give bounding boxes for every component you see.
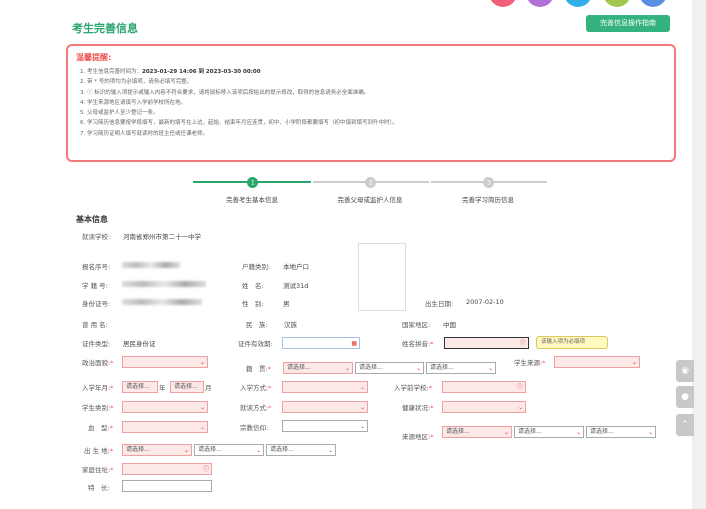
notice-item: 5. 父母或监护人至少登记一条。	[80, 110, 159, 117]
enroll-way-label: 入学方式:*	[240, 384, 272, 392]
notice-item: 7. 学习简历证明人填写就读时的班主任或任课老师。	[80, 130, 208, 137]
student-no-value	[122, 281, 206, 287]
source-area-label: 来源地区:*	[402, 433, 434, 441]
notice-box: 温馨提醒: 1. 考生信息完善时间为：2023-01-29 14:06 到 20…	[66, 44, 676, 162]
pinyin-input[interactable]: ⓘ	[444, 337, 529, 349]
specialty-label: 特 长:	[88, 484, 110, 492]
pinyin-label: 姓名拼音:*	[402, 340, 434, 348]
notice-item: 2. 带 * 号的项均为必填项，请务必填写完整。	[80, 79, 193, 86]
native-city-select[interactable]: 请选择... ⌄	[355, 362, 424, 374]
political-select[interactable]: ⌄	[122, 356, 208, 368]
name-value: 测试31d	[283, 282, 309, 290]
nation-value: 汉族	[284, 321, 297, 329]
guide-button[interactable]: 完善信息操作指南	[586, 15, 670, 32]
birthplace-label: 出 生 地:*	[84, 447, 114, 455]
month-unit: 月	[205, 384, 212, 392]
country-value: 中国	[443, 321, 456, 329]
address-label: 家庭住址:*	[82, 466, 114, 474]
reg-no-value	[122, 262, 180, 268]
student-no-label: 学 籍 号:	[82, 282, 108, 290]
specialty-input[interactable]	[122, 480, 212, 492]
political-label: 政治面貌:*	[82, 359, 114, 367]
nav-circle-5[interactable]	[639, 0, 667, 7]
used-name-label: 曾 用 名:	[82, 321, 108, 329]
year-unit: 年	[159, 384, 166, 392]
enroll-label: 入学年月:*	[82, 384, 114, 392]
photo-box[interactable]	[358, 243, 406, 311]
error-icon: ⓘ	[519, 340, 526, 347]
qq-icon[interactable]: ●	[676, 386, 694, 408]
birthplace-province-select[interactable]: 请选择... ⌄	[122, 444, 192, 456]
native-label: 籍 贯:*	[246, 365, 271, 373]
section-title: 基本信息	[76, 215, 108, 224]
name-label: 姓 名:	[242, 282, 264, 290]
enroll-year-select[interactable]: 请选择...	[122, 381, 158, 393]
birth-value: 2007-02-10	[466, 298, 504, 306]
back-to-top-icon[interactable]: ⌃	[676, 414, 694, 436]
page-title: 考生完善信息	[72, 22, 138, 35]
calendar-icon: ▦	[351, 340, 357, 347]
step-1-label: 完善考生基本信息	[226, 196, 278, 204]
birthplace-district-select[interactable]: 请选择... ⌄	[266, 444, 336, 456]
source-area-city-select[interactable]: 请选择... ⌄	[514, 426, 584, 438]
source-area-province-select[interactable]: 请选择... ⌄	[442, 426, 512, 438]
native-district-select[interactable]: 请选择... ⌄	[426, 362, 496, 374]
blood-select[interactable]: ⌄	[122, 421, 208, 433]
study-way-label: 就读方式:*	[240, 404, 272, 412]
nav-circle-3[interactable]	[564, 0, 592, 7]
category-select[interactable]: ⌄	[122, 401, 208, 413]
notice-item: 6. 学习简历信息要按学段填写，最新的填写在上边，起始、结束年月应连贯，初中、小…	[80, 120, 398, 127]
hukou-value: 本地户口	[283, 263, 309, 271]
religion-select[interactable]: ⌄	[282, 420, 368, 432]
school-value: 河南省郑州市第二十一中学	[123, 233, 201, 241]
notice-item: 4. 学生来源地区请填写入学前学校所在地。	[80, 99, 186, 106]
id-no-label: 身份证号:	[82, 300, 111, 308]
gender-value: 男	[283, 300, 290, 308]
step-2-marker: 2	[362, 174, 379, 191]
cert-valid-label: 证件有效期:	[238, 340, 273, 348]
health-select[interactable]: ⌄	[442, 401, 526, 413]
step-1-marker: 1	[244, 174, 261, 191]
birth-label: 出生日期:	[425, 300, 454, 308]
wechat-icon[interactable]: ◉	[676, 360, 694, 382]
source-area-district-select[interactable]: 请选择... ⌄	[586, 426, 656, 438]
nav-circle-1[interactable]	[489, 0, 517, 7]
notice-item: 1. 考生信息完善时间为：2023-01-29 14:06 到 2023-03-…	[80, 69, 261, 75]
notice-item: 3. ⓘ 标识的输入项提示或输入内容不符合要求，请将鼠标移入该项后按给出的提示修…	[80, 89, 370, 96]
id-no-value	[122, 299, 202, 305]
study-way-select[interactable]: ⌄	[282, 401, 368, 413]
required-tooltip: 该输入项为必填项	[536, 336, 608, 349]
cert-valid-date-input[interactable]: ▦	[282, 337, 360, 349]
native-province-select[interactable]: 请选择... ⌄	[283, 362, 353, 374]
country-label: 国家地区:	[402, 321, 431, 329]
step-3-marker: 3	[480, 174, 497, 191]
category-label: 学生类别:*	[82, 404, 114, 412]
prev-school-label: 入学前学校:*	[394, 384, 432, 392]
health-label: 健康状况:*	[402, 404, 434, 412]
nav-circle-2[interactable]	[526, 0, 554, 7]
source-select[interactable]: ⌄	[554, 356, 640, 368]
cert-type-label: 证件类型:	[82, 340, 111, 348]
blood-label: 血 型:*	[88, 424, 113, 432]
gender-label: 性 别:	[242, 300, 264, 308]
prev-school-input[interactable]: ⓘ	[442, 381, 526, 393]
nation-label: 民 族:	[246, 321, 268, 329]
cert-type-value: 居民身份证	[123, 340, 156, 348]
notice-title: 温馨提醒:	[76, 53, 112, 62]
school-label: 就读学校:	[82, 233, 111, 241]
reg-no-label: 报名序号:	[82, 263, 111, 271]
source-label: 学生来源:*	[514, 359, 546, 367]
religion-label: 宗教信仰:	[240, 424, 269, 432]
step-2-label: 完善父母或监护人信息	[337, 196, 403, 204]
hukou-label: 户籍类别:	[242, 263, 271, 271]
enroll-month-select[interactable]: 请选择...	[170, 381, 204, 393]
step-3-label: 完善学习简历信息	[462, 196, 514, 204]
birthplace-city-select[interactable]: 请选择... ⌄	[194, 444, 264, 456]
enroll-way-select[interactable]: ⌄	[282, 381, 368, 393]
scrollbar[interactable]	[692, 0, 706, 509]
nav-circle-4[interactable]	[603, 0, 631, 7]
address-input[interactable]: ⓘ	[122, 463, 212, 475]
